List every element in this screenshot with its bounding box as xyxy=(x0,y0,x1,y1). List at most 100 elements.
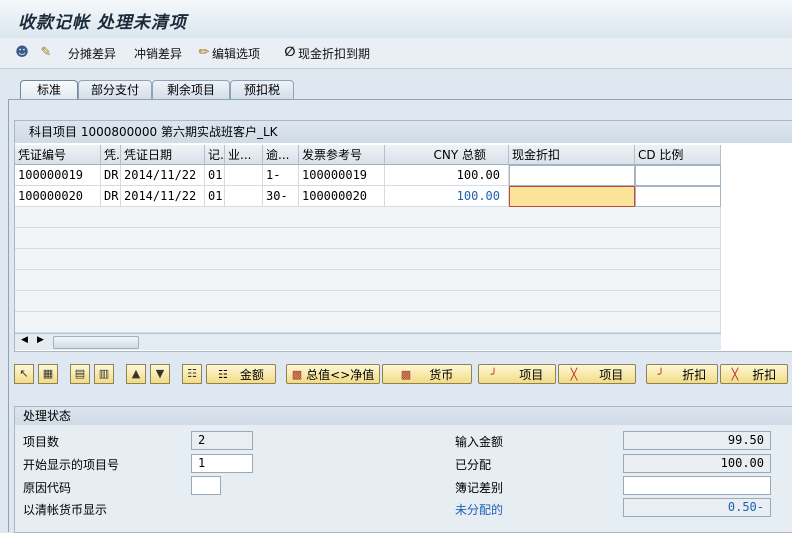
title-bar: 收款记帐 处理未清项 xyxy=(0,0,792,39)
table-row xyxy=(15,291,721,312)
edit-options-button[interactable]: ✏ 编辑选项 xyxy=(196,44,260,62)
entered-amount-field: 99.50 xyxy=(623,431,771,450)
cash-discount-due-label: 现金折扣到期 xyxy=(298,46,371,61)
cell-cny-total: 100.00 xyxy=(385,186,509,207)
find-icon[interactable]: ☷ xyxy=(182,364,202,384)
col-header-posting-key[interactable]: 记. xyxy=(205,145,225,165)
entered-amount-label: 输入金额 xyxy=(455,435,504,449)
items-label-2: 项目 xyxy=(599,367,624,382)
col-header-cd-rate[interactable]: CD 比例 xyxy=(635,145,721,165)
cell-invoice-ref: 100000020 xyxy=(299,186,385,207)
unassigned-field: 0.50- xyxy=(623,498,771,517)
cell-posting-key: 01 xyxy=(205,186,225,207)
window-title: 收款记帐 处理未清项 xyxy=(18,13,187,33)
processing-status-group: 处理状态 项目数 2 开始显示的项目号 1 原因代码 以清帐货币显示 输入金额 … xyxy=(14,406,792,533)
col-header-invoice-ref[interactable]: 发票参考号 xyxy=(299,145,385,165)
cash-discount-input-focused[interactable] xyxy=(509,186,635,207)
cash-discount-due-button[interactable]: ∅ 现金折扣到期 xyxy=(282,44,370,62)
items-button-1[interactable]: ╯ 项目 xyxy=(478,364,556,384)
items-multi-icon: ╳ xyxy=(570,367,578,381)
cd-rate-input[interactable] xyxy=(635,186,721,207)
assigned-field: 100.00 xyxy=(623,454,771,473)
null-icon: ∅ xyxy=(284,45,296,60)
empty-cell xyxy=(15,228,721,249)
col-header-doc-number[interactable]: 凭证编号 xyxy=(15,145,101,165)
discount-label-1: 折扣 xyxy=(682,367,707,382)
scroll-thumb[interactable] xyxy=(53,336,139,349)
table-row[interactable]: 100000019 DR 2014/11/22 01 1- 100000019 … xyxy=(15,165,721,186)
item-icon: ╯ xyxy=(490,367,498,381)
tab-standard[interactable]: 标准 xyxy=(20,80,78,100)
difference-field[interactable] xyxy=(623,476,771,495)
table-row xyxy=(15,312,721,333)
tab-withholding-tax[interactable]: 预扣税 xyxy=(230,80,294,100)
processing-status-caption: 处理状态 xyxy=(15,407,792,425)
unassigned-label: 未分配的 xyxy=(455,503,504,517)
cell-doc-number: 100000019 xyxy=(15,165,101,186)
items-label-1: 项目 xyxy=(519,367,544,382)
gross-net-icon: ▩ xyxy=(291,367,303,381)
gross-net-button[interactable]: ▩ 总值<>净值 xyxy=(286,364,380,384)
application-toolbar: ☻ ✎ 分摊差异 冲销差异 ✏ 编辑选项 ∅ 现金折扣到期 xyxy=(0,38,792,69)
horizontal-scrollbar[interactable]: ◀ ▶ xyxy=(15,333,721,350)
col-header-business-area[interactable]: 业... xyxy=(225,145,263,165)
discount-icon: ╯ xyxy=(657,367,665,381)
empty-cell xyxy=(15,291,721,312)
cell-cny-total: 100.00 xyxy=(385,165,509,186)
cell-doc-type: DR xyxy=(101,165,121,186)
difference-label: 簿记差别 xyxy=(455,481,504,495)
cell-overdue: 1- xyxy=(263,165,299,186)
col-header-cny-total[interactable]: CNY 总额 xyxy=(385,145,509,165)
pencil-icon: ✏ xyxy=(198,45,210,60)
empty-cell xyxy=(15,312,721,333)
item-count-field: 2 xyxy=(191,431,253,450)
cell-invoice-ref: 100000019 xyxy=(299,165,385,186)
writeoff-difference-label: 冲销差异 xyxy=(134,46,183,61)
tab-partial-payment[interactable]: 部分支付 xyxy=(78,80,152,100)
edit-options-label: 编辑选项 xyxy=(212,46,261,61)
table-caption: 科目项目 1000800000 第六期实战班客户_LK xyxy=(15,121,792,143)
cash-discount-input[interactable] xyxy=(509,165,635,186)
table-row[interactable]: 100000020 DR 2014/11/22 01 30- 100000020… xyxy=(15,186,721,207)
clearing-currency-label[interactable]: 以清帐货币显示 xyxy=(23,501,107,518)
currency-button[interactable]: ▩ 货币 xyxy=(382,364,472,384)
table-row xyxy=(15,270,721,291)
col-header-overdue[interactable]: 逾... xyxy=(263,145,299,165)
filter-icon[interactable]: ▼ xyxy=(150,364,170,384)
cell-posting-key: 01 xyxy=(205,165,225,186)
cell-doc-number: 100000020 xyxy=(15,186,101,207)
split-difference-label: 分摊差异 xyxy=(68,46,117,61)
scroll-left-icon[interactable]: ◀ xyxy=(21,335,28,345)
select-all-icon[interactable]: ↖ xyxy=(14,364,34,384)
tab-residual-items[interactable]: 剩余项目 xyxy=(152,80,230,100)
col-header-doc-type[interactable]: 凭. xyxy=(101,145,121,165)
currency-label: 货币 xyxy=(429,367,454,382)
assigned-label: 已分配 xyxy=(455,458,492,472)
edit-doc-icon[interactable]: ✎ xyxy=(38,44,54,62)
empty-cell xyxy=(15,207,721,228)
amount-button[interactable]: ☷ 金额 xyxy=(206,364,276,384)
sort-icon[interactable]: ▲ xyxy=(126,364,146,384)
item-count-label: 项目数 xyxy=(23,435,60,449)
writeoff-difference-button[interactable]: 冲销差异 xyxy=(134,44,182,62)
col-header-doc-date[interactable]: 凭证日期 xyxy=(121,145,205,165)
reason-code-label: 原因代码 xyxy=(23,481,72,495)
scroll-right-icon[interactable]: ▶ xyxy=(37,335,44,345)
items-button-2[interactable]: ╳ 项目 xyxy=(558,364,636,384)
reason-code-input[interactable] xyxy=(191,476,221,495)
discount-button-1[interactable]: ╯ 折扣 xyxy=(646,364,718,384)
user-icon[interactable]: ☻ xyxy=(14,44,30,62)
cd-rate-input[interactable] xyxy=(635,165,721,186)
first-item-input[interactable]: 1 xyxy=(191,454,253,473)
empty-cell xyxy=(15,270,721,291)
activate-items-icon[interactable]: ▤ xyxy=(70,364,90,384)
discount-button-2[interactable]: ╳ 折扣 xyxy=(720,364,788,384)
split-difference-button[interactable]: 分摊差异 xyxy=(68,44,116,62)
col-header-cash-discount[interactable]: 现金折扣 xyxy=(509,145,635,165)
currency-icon: ▩ xyxy=(400,367,412,381)
discount-label-2: 折扣 xyxy=(752,367,777,382)
discount-multi-icon: ╳ xyxy=(731,367,739,381)
deactivate-items-icon[interactable]: ▥ xyxy=(94,364,114,384)
cell-doc-date: 2014/11/22 xyxy=(121,186,205,207)
select-block-icon[interactable]: ▦ xyxy=(38,364,58,384)
